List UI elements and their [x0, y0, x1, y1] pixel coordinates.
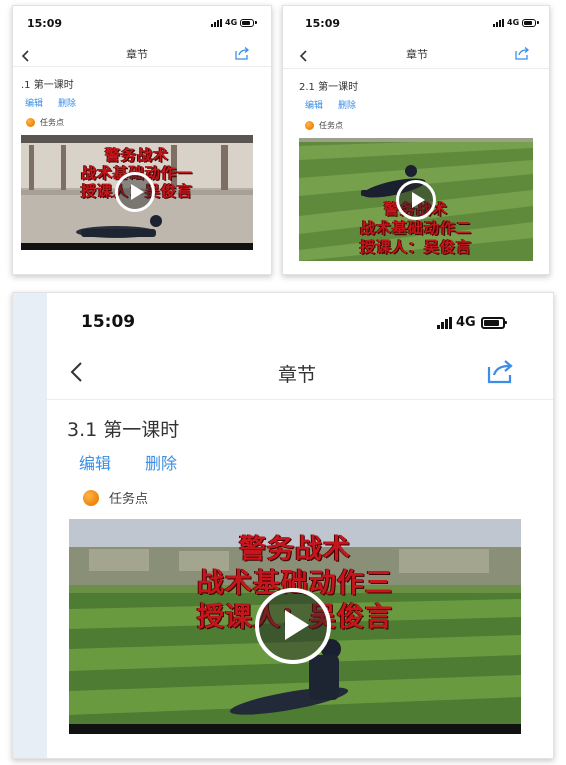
nav-title: 章节 [406, 48, 428, 61]
nav-divider [283, 68, 549, 69]
video-caption-line-2: 战术基础动作二 [359, 219, 472, 237]
screenshot-card-1: 15:09 4G 章节 .1 第一课时 编辑 删除 任务点 警务战术 战术基础动… [12, 5, 272, 275]
network-type: 4G [225, 18, 238, 27]
back-button[interactable] [21, 47, 30, 66]
nav-title: 章节 [277, 364, 317, 386]
share-icon [487, 360, 513, 384]
share-icon [515, 47, 530, 60]
delete-link[interactable]: 删除 [145, 450, 177, 474]
task-point-icon [26, 118, 35, 127]
phone-screen-3: 15:09 4G 章节 3.1 第一课时 编辑 删除 任务点 警务战术 战术基础… [47, 293, 553, 758]
network-type: 4G [456, 315, 476, 330]
status-indicators: 4G [211, 18, 258, 27]
delete-link[interactable]: 删除 [338, 98, 356, 111]
task-point-label: 任务点 [40, 118, 64, 127]
network-type: 4G [507, 18, 520, 27]
screenshot-card-2: 15:09 4G 章节 2.1 第一课时 编辑 删除 任务点 警务战术 战术基础… [282, 5, 550, 275]
status-indicators: 4G [493, 18, 540, 27]
share-button[interactable] [515, 45, 530, 64]
share-button[interactable] [235, 45, 250, 64]
task-point-icon [83, 490, 99, 506]
status-time: 15:09 [27, 17, 63, 30]
share-button[interactable] [487, 358, 515, 388]
lesson-title[interactable]: .1 第一课时 [21, 76, 74, 91]
status-time: 15:09 [305, 17, 341, 30]
edit-link[interactable]: 编辑 [25, 96, 43, 109]
lesson-title[interactable]: 2.1 第一课时 [299, 78, 358, 93]
back-button[interactable] [69, 361, 83, 387]
nav-divider [47, 399, 553, 400]
nav-title: 章节 [126, 48, 148, 61]
lesson-title[interactable]: 3.1 第一课时 [67, 415, 179, 442]
play-icon[interactable] [115, 172, 155, 212]
battery-icon [480, 316, 507, 329]
chevron-left-icon [70, 362, 82, 382]
nav-divider [13, 66, 271, 67]
signal-bars-icon [493, 18, 505, 27]
battery-icon [240, 18, 258, 27]
side-strip [13, 293, 47, 758]
video-caption-line-3: 授课人：吴俊言 [359, 238, 472, 256]
play-icon[interactable] [396, 180, 436, 220]
battery-icon [522, 18, 540, 27]
phone-screen-1: 15:09 4G 章节 .1 第一课时 编辑 删除 任务点 警务战术 战术基础动… [13, 6, 271, 274]
task-point-label: 任务点 [109, 492, 149, 507]
delete-link[interactable]: 删除 [58, 96, 76, 109]
task-point-label: 任务点 [319, 121, 343, 130]
share-icon [235, 47, 250, 60]
edit-link[interactable]: 编辑 [79, 450, 111, 474]
video-player[interactable]: 警务战术 战术基础动作三 授课人：吴俊言 [69, 519, 521, 734]
chevron-left-icon [299, 50, 307, 62]
video-player[interactable]: 警务战术 战术基础动作一 授课人：吴俊言 [21, 135, 253, 250]
signal-bars-icon [211, 18, 223, 27]
play-icon[interactable] [255, 588, 331, 664]
edit-link[interactable]: 编辑 [305, 98, 323, 111]
back-button[interactable] [299, 47, 308, 66]
chevron-left-icon [21, 50, 29, 62]
status-indicators: 4G [437, 315, 507, 330]
video-player[interactable]: 警务战术 战术基础动作二 授课人：吴俊言 [299, 138, 533, 261]
task-point-icon [305, 121, 314, 130]
phone-screen-2: 15:09 4G 章节 2.1 第一课时 编辑 删除 任务点 警务战术 战术基础… [283, 6, 549, 274]
signal-bars-icon [437, 316, 453, 329]
screenshot-card-3: 15:09 4G 章节 3.1 第一课时 编辑 删除 任务点 警务战术 战术基础… [12, 292, 554, 759]
status-time: 15:09 [81, 312, 136, 332]
